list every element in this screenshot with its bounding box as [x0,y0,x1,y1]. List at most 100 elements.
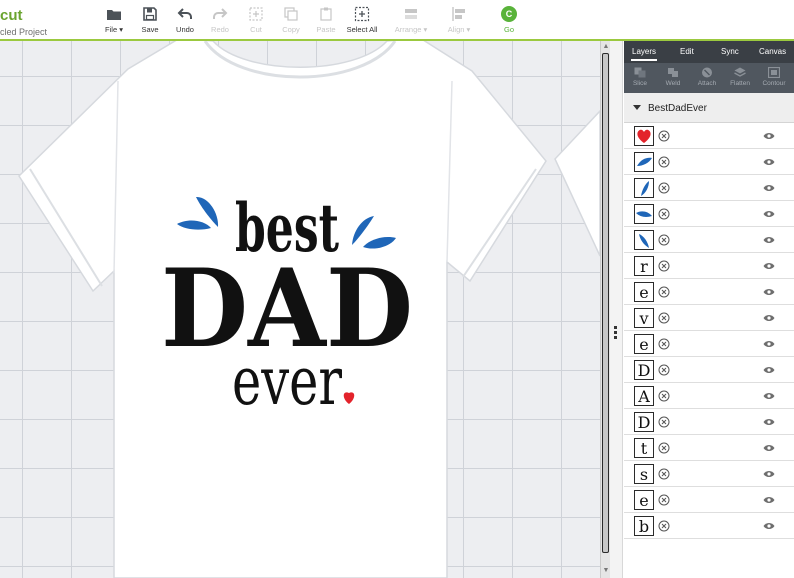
eye-icon[interactable] [763,522,775,530]
layer-row[interactable]: A [624,383,794,409]
layer-row[interactable]: r [624,253,794,279]
weld-label: Weld [665,80,681,87]
scroll-up-arrow-icon[interactable]: ▲ [602,42,610,52]
eye-icon[interactable] [763,470,775,478]
layer-row[interactable]: s [624,461,794,487]
flatten-label: Flatten [730,80,750,87]
layer-row[interactable]: e [624,279,794,305]
design-text-ever[interactable]: ever [232,343,342,420]
slice-button[interactable]: Slice [624,65,656,87]
contour-button[interactable]: Contour [758,65,790,87]
hide-toggle-icon[interactable] [658,390,670,402]
layer-row[interactable]: D [624,409,794,435]
hide-toggle-icon[interactable] [658,182,670,194]
select-all-button[interactable]: Select All [340,6,384,34]
floppy-disk-icon [143,7,157,21]
contour-label: Contour [762,80,786,87]
eye-icon[interactable] [763,314,775,322]
flatten-icon [734,67,746,77]
layers-panel: Layers Edit Sync Canvas Slice Weld Attac… [624,41,794,578]
align-label: Align ▾ [447,25,471,34]
splash-thumbnail-icon [636,211,652,217]
hide-toggle-icon[interactable] [658,468,670,480]
eye-icon[interactable] [763,210,775,218]
collapse-caret-icon[interactable] [633,105,641,110]
layer-row[interactable] [624,175,794,201]
hide-toggle-icon[interactable] [658,130,670,142]
heart-shape[interactable] [343,392,355,404]
layer-row[interactable] [624,201,794,227]
eye-icon[interactable] [763,496,775,504]
scroll-down-arrow-icon[interactable]: ▼ [602,566,610,576]
go-button[interactable]: C Go [487,6,531,34]
hide-toggle-icon[interactable] [658,364,670,376]
eye-icon[interactable] [763,444,775,452]
eye-icon[interactable] [763,340,775,348]
heart-thumbnail-icon [637,129,651,143]
canvas-vertical-scrollbar[interactable]: ▲ ▼ [600,41,610,578]
brand-logo: cut [0,7,23,24]
eye-icon[interactable] [763,262,775,270]
slice-icon [634,67,646,78]
active-tab-underline [631,59,657,61]
layer-row[interactable]: b [624,513,794,539]
layer-thumbnail: s [634,464,654,484]
arrange-menu-button[interactable]: Arrange ▾ [389,6,433,34]
weld-button[interactable]: Weld [657,65,689,87]
layer-row[interactable]: t [624,435,794,461]
tab-canvas[interactable]: Canvas [759,47,786,56]
layer-row[interactable]: e [624,487,794,513]
splash-left-bottom[interactable] [177,220,211,230]
flatten-button[interactable]: Flatten [724,65,756,87]
layer-row[interactable] [624,149,794,175]
eye-icon[interactable] [763,366,775,374]
hide-toggle-icon[interactable] [658,286,670,298]
hide-toggle-icon[interactable] [658,520,670,532]
layer-thumbnail-letter: D [637,361,651,380]
eye-icon[interactable] [763,418,775,426]
layer-row[interactable]: D [624,357,794,383]
hide-toggle-icon[interactable] [658,338,670,350]
eye-icon[interactable] [763,158,775,166]
hide-toggle-icon[interactable] [658,260,670,272]
tab-sync[interactable]: Sync [721,47,739,56]
panel-tab-bar: Layers Edit Sync Canvas [624,41,794,63]
redo-arrow-icon [213,8,228,19]
layer-actions-bar: Slice Weld Attach Flatten Contour [624,63,794,93]
attach-button[interactable]: Attach [691,65,723,87]
align-menu-button[interactable]: Align ▾ [437,6,481,34]
layer-row[interactable]: v [624,305,794,331]
best-dad-ever-design[interactable]: best DAD ever [0,41,600,578]
hide-toggle-icon[interactable] [658,156,670,168]
panel-resize-handle[interactable] [610,41,623,578]
tab-edit[interactable]: Edit [680,47,694,56]
eye-icon[interactable] [763,288,775,296]
layer-row[interactable] [624,227,794,253]
hide-toggle-icon[interactable] [658,442,670,454]
layer-group-header[interactable]: BestDadEver [624,93,794,123]
hide-toggle-icon[interactable] [658,208,670,220]
hide-toggle-icon[interactable] [658,312,670,324]
design-canvas[interactable]: best DAD ever [0,41,600,578]
layer-thumbnail-letter: e [639,283,649,302]
layer-thumbnail: t [634,438,654,458]
project-title[interactable]: cled Project [0,27,47,37]
tab-layers[interactable]: Layers [632,47,656,56]
layer-row[interactable]: e [624,331,794,357]
layer-thumbnail: r [634,256,654,276]
eye-icon[interactable] [763,392,775,400]
paste-icon [320,7,332,21]
hide-toggle-icon[interactable] [658,494,670,506]
eye-icon[interactable] [763,184,775,192]
eye-icon[interactable] [763,132,775,140]
layer-thumbnail [634,126,654,146]
layer-thumbnail-letter: e [639,335,649,354]
splash-right-top[interactable] [352,216,374,245]
layer-row[interactable] [624,123,794,149]
hide-toggle-icon[interactable] [658,234,670,246]
layer-thumbnail: v [634,308,654,328]
layer-thumbnail-letter: v [639,309,649,328]
eye-icon[interactable] [763,236,775,244]
scroll-thumb[interactable] [602,53,609,553]
hide-toggle-icon[interactable] [658,416,670,428]
